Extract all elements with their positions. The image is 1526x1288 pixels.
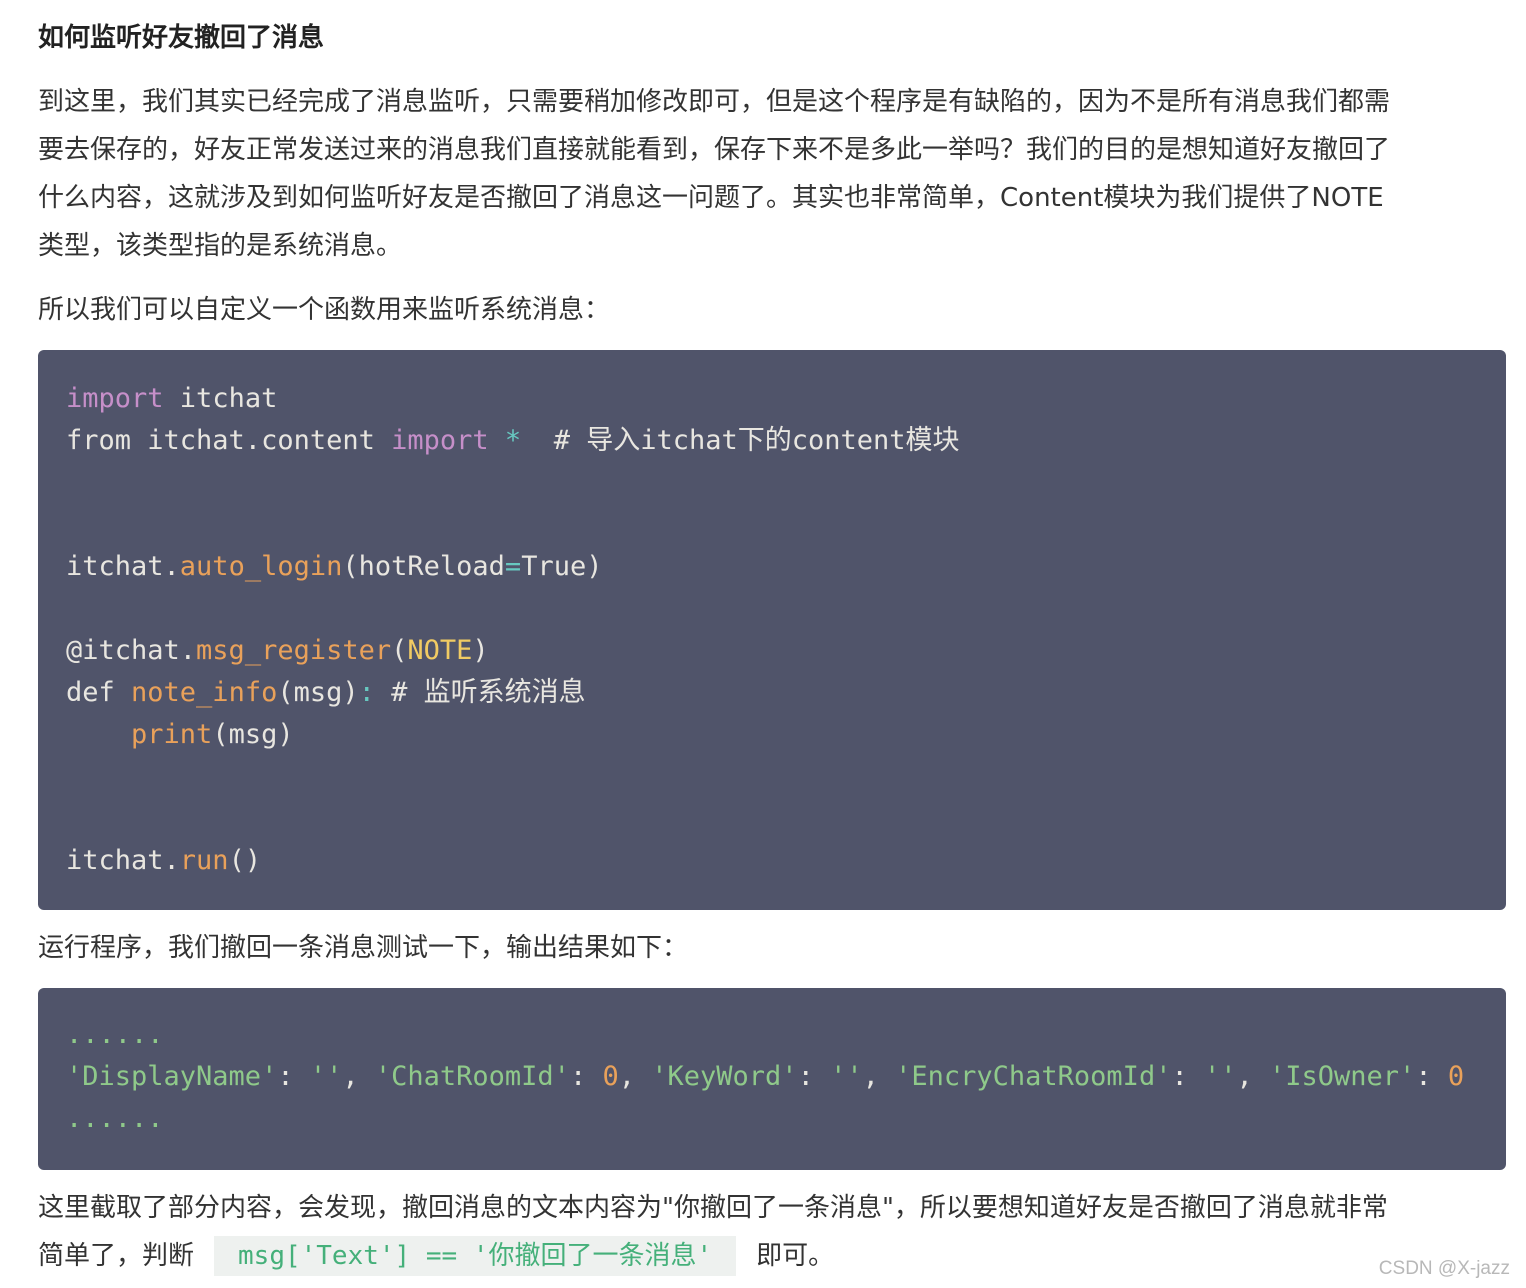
paragraph-line: 要去保存的，好友正常发送过来的消息我们直接就能看到，保存下来不是多此一举吗？我们… bbox=[38, 135, 1391, 165]
inline-code: msg['Text'] == '你撤回了一条消息' bbox=[214, 1236, 737, 1276]
paragraph-line: 简单了，判断 msg['Text'] == '你撤回了一条消息' 即可。 bbox=[38, 1232, 1506, 1280]
paragraph-line: 所以我们可以自定义一个函数用来监听系统消息： bbox=[38, 295, 611, 325]
code-line-empty bbox=[66, 462, 960, 504]
code-line-empty bbox=[66, 798, 960, 840]
code-line: itchat.run() bbox=[66, 845, 262, 876]
code-line: @itchat.msg_register(NOTE) bbox=[66, 635, 489, 666]
code-function: run bbox=[179, 845, 229, 876]
paragraph-line: 到这里，我们其实已经完成了消息监听，只需要稍加修改即可，但是这个程序是有缺陷的，… bbox=[38, 87, 1391, 117]
paragraph-conclusion: 这里截取了部分内容，会发现，撤回消息的文本内容为"你撤回了一条消息"，所以要想知… bbox=[38, 1184, 1506, 1280]
code-content: import itchat from itchat.content import … bbox=[66, 378, 960, 882]
paragraph-define-function: 所以我们可以自定义一个函数用来监听系统消息： bbox=[38, 286, 1506, 334]
code-keyword: import bbox=[391, 425, 489, 456]
code-line-empty bbox=[66, 504, 960, 546]
code-line: from itchat.content import * # 导入itchat下… bbox=[66, 425, 960, 456]
code-content: ...... 'DisplayName': '', 'ChatRoomId': 0… bbox=[66, 1014, 1464, 1140]
paragraph-line: 这里截取了部分内容，会发现，撤回消息的文本内容为"你撤回了一条消息"，所以要想知… bbox=[38, 1193, 1388, 1223]
code-line: import itchat bbox=[66, 383, 278, 414]
paragraph-run-program: 运行程序，我们撤回一条消息测试一下，输出结果如下： bbox=[38, 924, 1506, 972]
code-line: ...... bbox=[66, 1019, 164, 1050]
code-constant: NOTE bbox=[407, 635, 473, 666]
code-function: note_info bbox=[131, 677, 278, 708]
code-line-empty bbox=[66, 756, 960, 798]
code-block-output[interactable]: ...... 'DisplayName': '', 'ChatRoomId': 0… bbox=[38, 988, 1506, 1170]
code-operator: : bbox=[358, 677, 375, 708]
code-function: auto_login bbox=[179, 551, 343, 582]
code-line: def note_info(msg): # 监听系统消息 bbox=[66, 677, 586, 708]
code-line: ...... bbox=[66, 1103, 164, 1134]
paragraph-line: 什么内容，这就涉及到如何监听好友是否撤回了消息这一问题了。其实也非常简单，Con… bbox=[38, 183, 1384, 213]
code-comment: # 导入itchat下的content模块 bbox=[521, 425, 960, 456]
code-line-empty bbox=[66, 588, 960, 630]
code-operator: = bbox=[504, 551, 522, 582]
code-keyword: import bbox=[66, 383, 164, 414]
paragraph-line: 类型，该类型指的是系统消息。 bbox=[38, 231, 403, 261]
code-function: print bbox=[131, 719, 213, 750]
csdn-watermark: CSDN @X-jazz bbox=[1378, 1258, 1510, 1279]
code-block-listener[interactable]: import itchat from itchat.content import … bbox=[38, 350, 1506, 910]
code-line: print(msg) bbox=[131, 719, 294, 750]
code-operator: * bbox=[504, 425, 522, 456]
code-function: msg_register bbox=[196, 635, 392, 666]
code-line: itchat.auto_login(hotReload=True) bbox=[66, 551, 603, 582]
paragraph-line: 运行程序，我们撤回一条消息测试一下，输出结果如下： bbox=[38, 933, 689, 963]
code-comment: # 监听系统消息 bbox=[374, 677, 586, 708]
paragraph-intro: 到这里，我们其实已经完成了消息监听，只需要稍加修改即可，但是这个程序是有缺陷的，… bbox=[38, 78, 1506, 270]
section-heading: 如何监听好友撤回了消息 bbox=[38, 23, 325, 53]
code-line: 'DisplayName': '', 'ChatRoomId': 0, 'Key… bbox=[66, 1061, 1465, 1092]
